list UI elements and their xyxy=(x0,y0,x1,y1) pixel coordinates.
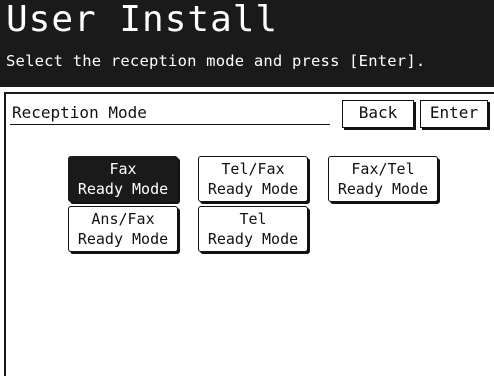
mode-line2: Ready Mode xyxy=(77,180,169,198)
mode-line2: Ready Mode xyxy=(207,230,299,248)
mode-line2: Ready Mode xyxy=(77,230,169,248)
mode-line1: Fax xyxy=(109,160,137,178)
mode-tel-fax-ready-button[interactable]: Tel/Fax Ready Mode xyxy=(198,156,308,202)
back-button[interactable]: Back xyxy=(342,100,414,128)
mode-line1: Tel xyxy=(239,210,267,228)
mode-line1: Fax/Tel xyxy=(351,160,415,178)
reception-mode-label: Reception Mode xyxy=(12,103,147,122)
mode-ans-fax-ready-button[interactable]: Ans/Fax Ready Mode xyxy=(68,206,178,252)
mode-fax-ready-button[interactable]: Fax Ready Mode xyxy=(68,156,178,202)
label-underline xyxy=(10,124,330,125)
header-bar: User Install Select the reception mode a… xyxy=(0,0,494,87)
instruction-text: Select the reception mode and press [Ent… xyxy=(6,52,426,70)
mode-line2: Ready Mode xyxy=(337,180,429,198)
mode-tel-ready-button[interactable]: Tel Ready Mode xyxy=(198,206,308,252)
mode-line2: Ready Mode xyxy=(207,180,299,198)
mode-line1: Ans/Fax xyxy=(91,210,155,228)
mode-line1: Tel/Fax xyxy=(221,160,285,178)
enter-button[interactable]: Enter xyxy=(420,100,488,128)
main-panel: Reception Mode Back Enter Fax Ready Mode… xyxy=(0,90,494,376)
mode-fax-tel-ready-button[interactable]: Fax/Tel Ready Mode xyxy=(328,156,438,202)
page-title: User Install xyxy=(6,0,279,40)
